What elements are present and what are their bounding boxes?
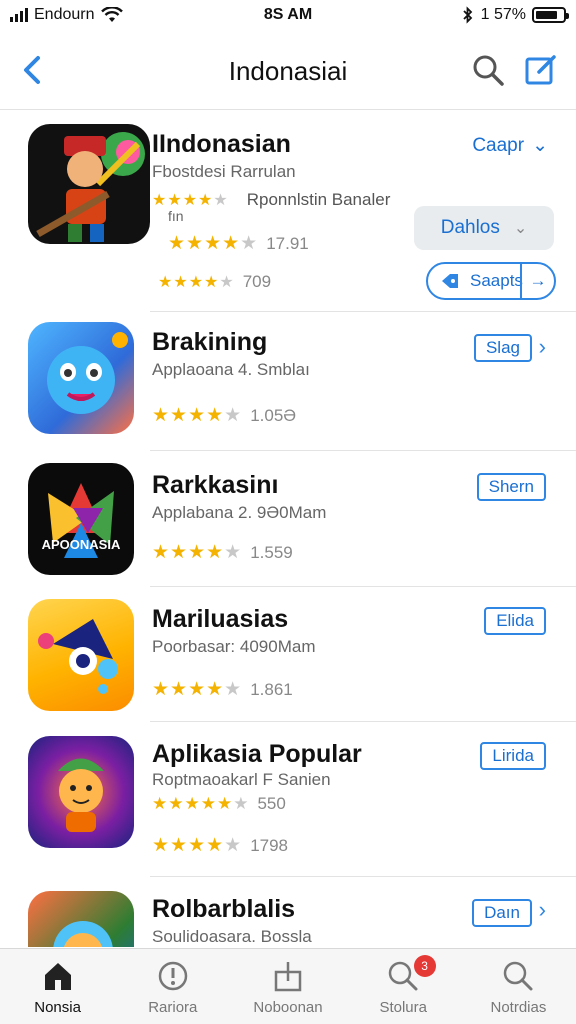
rating-line: ★★★★★ 17.91: [168, 232, 309, 255]
rating-line: ★★★★★ 1798: [152, 834, 288, 857]
app-subtitle: Roptmaoakarl F Sanien: [152, 770, 331, 789]
app-name: IIndonasian: [152, 130, 291, 158]
app-subtitle: Applabana 2. 9Ə0Mam: [152, 503, 327, 522]
app-icon: APOONASIA: [28, 463, 134, 575]
tab-label: Noboonan: [253, 999, 323, 1016]
chevron-right-icon[interactable]: ›: [539, 897, 546, 923]
star-rating: ★★★★★: [152, 192, 229, 209]
battery-icon: [532, 7, 569, 23]
rating-line: ★★★★★ 1.861: [152, 678, 293, 701]
list-item[interactable]: Brakining Applaoana 4. Smblaı ★★★★★ 1.05…: [0, 312, 576, 450]
rating-count: 550: [257, 794, 286, 813]
app-name: Rolbarblalis: [152, 895, 296, 923]
app-subtitle: Soulidoasara. Bossla: [152, 927, 312, 946]
app-subtitle: Poorbasar: 4090Mam: [152, 637, 316, 656]
app-name: Mariluasias: [152, 605, 289, 633]
star-rating: ★★★★★: [152, 542, 243, 563]
search-icon[interactable]: [470, 52, 506, 88]
chevron-right-icon[interactable]: ›: [539, 334, 546, 360]
tab-label: Notrdias: [490, 999, 547, 1016]
app-name: Aplikasia Popular: [152, 740, 362, 768]
list-item[interactable]: Rolbarblalis Soulidoasara. Bossla Daın ›: [0, 877, 576, 947]
tab-label: Stolura: [379, 999, 427, 1016]
rating-line: ★★★★★ 1.05Ə: [152, 404, 296, 427]
top-action-link[interactable]: Caapr ⌄: [472, 134, 548, 157]
get-button[interactable]: Shern: [476, 473, 546, 501]
list-item[interactable]: APOONASIA Rarkkasinı Applabana 2. 9Ə0Mam…: [0, 451, 576, 587]
rating-line: ★★★★★★ 550: [152, 794, 286, 814]
rating-line: ★★★★★ 1.559: [152, 541, 293, 564]
compose-icon[interactable]: [522, 52, 558, 88]
app-icon: [28, 124, 150, 244]
download-button[interactable]: Dahlos ⌄: [414, 206, 554, 250]
home-icon: [44, 963, 71, 990]
share-icon: [274, 962, 302, 992]
rating-count: 1798: [250, 835, 289, 855]
rating-count: 709: [242, 272, 272, 291]
chevron-down-icon: ⌄: [513, 220, 528, 237]
rating-count: 1.559: [250, 542, 293, 562]
app-subtitle: Fbostdesi Rarrulan: [152, 162, 296, 181]
star-rating: ★★★★★: [168, 233, 259, 254]
app-icon: [28, 736, 134, 848]
share-button[interactable]: Saapts →: [426, 262, 556, 300]
get-button[interactable]: Elida: [484, 607, 546, 635]
star-rating: ★★★★★: [158, 274, 235, 291]
tag-icon: [442, 274, 458, 288]
rating-line: ★★★★★ Rponnlstin Banaler: [152, 190, 390, 210]
app-subtitle: Applaoana 4. Smblaı: [152, 360, 310, 379]
app-name: Brakining: [152, 328, 268, 356]
app-icon: [28, 599, 134, 711]
rating-count: 17.91: [266, 233, 309, 253]
rating-count: 1.861: [250, 679, 293, 699]
get-button[interactable]: Lirida: [480, 742, 546, 770]
icon-caption: APOONASIA: [41, 537, 121, 552]
list-item[interactable]: Mariluasias Poorbasar: 4090Mam ★★★★★ 1.8…: [0, 587, 576, 721]
star-rating: ★★★★★: [152, 679, 243, 700]
status-bar: Endourn 8S AM 1 57%: [0, 0, 576, 34]
get-button[interactable]: Daın: [472, 899, 532, 927]
app-icon: [28, 891, 134, 947]
star-rating: ★★★★★: [152, 405, 243, 426]
search-icon: [504, 961, 533, 991]
alert-icon: [158, 961, 188, 991]
tab-label: Rariora: [148, 999, 198, 1016]
tab-alerts[interactable]: Rariora: [115, 949, 230, 1024]
list-item[interactable]: Aplikasia Popular Roptmaoakarl F Sanien …: [0, 722, 576, 876]
tab-share[interactable]: Noboonan: [230, 949, 345, 1024]
tab-search[interactable]: Notrdias: [461, 949, 576, 1024]
tab-updates[interactable]: 3 Stolura: [346, 949, 461, 1024]
battery-percent: 1 57%: [480, 6, 526, 23]
get-button[interactable]: Slag: [473, 334, 532, 362]
list-item[interactable]: IIndonasian Fbostdesi Rarrulan ★★★★★ Rpo…: [0, 110, 576, 312]
chevron-down-icon: ⌄: [532, 135, 548, 156]
rating-text: Rponnlstin Banaler: [246, 190, 391, 209]
rating-line: ★★★★★ 709: [158, 272, 271, 292]
bluetooth-icon: [462, 6, 472, 24]
app-name: Rarkkasinı: [152, 471, 279, 499]
notification-badge: 3: [413, 955, 436, 977]
app-icon: [28, 322, 134, 434]
star-rating: ★★★★★★: [152, 794, 250, 813]
rating-count: 1.05Ə: [250, 405, 297, 425]
app-extra: fın: [168, 208, 184, 224]
tab-label: Nonsia: [34, 999, 81, 1016]
tab-home[interactable]: Nonsia: [0, 949, 115, 1024]
navigation-bar: Indonasiai: [0, 34, 576, 110]
tab-bar: Nonsia Rariora Noboonan 3 Stolura Notrdi…: [0, 948, 576, 1024]
star-rating: ★★★★★: [152, 835, 243, 856]
arrow-right-icon: →: [520, 264, 554, 298]
